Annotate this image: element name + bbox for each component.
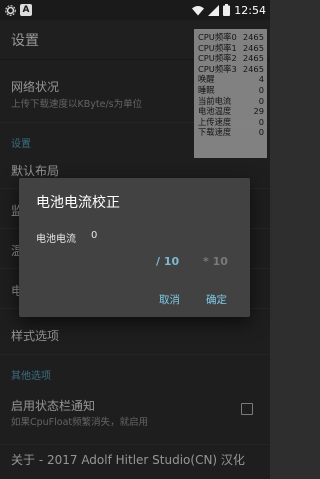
dialog-title: 电池电流校正: [36, 195, 120, 211]
multiply-by-10-option[interactable]: * 10: [203, 255, 228, 268]
battery-current-value: 0: [91, 230, 98, 241]
settings-icon: [4, 4, 16, 16]
divide-by-10-option[interactable]: / 10: [156, 255, 179, 268]
signal-icon: [208, 1, 220, 20]
clock: 12:54: [234, 3, 266, 17]
ok-button[interactable]: 确定: [206, 292, 227, 307]
battery-icon: [223, 1, 231, 20]
battery-current-calibration-dialog: 电池电流校正 电池电流 0 / 10 * 10 取消 确定: [19, 178, 250, 317]
status-bar: A 12:54: [0, 0, 270, 20]
cancel-button[interactable]: 取消: [159, 292, 180, 307]
app-a-icon: A: [20, 4, 32, 16]
wifi-icon: [192, 1, 205, 20]
battery-current-label: 电池电流: [36, 234, 76, 245]
